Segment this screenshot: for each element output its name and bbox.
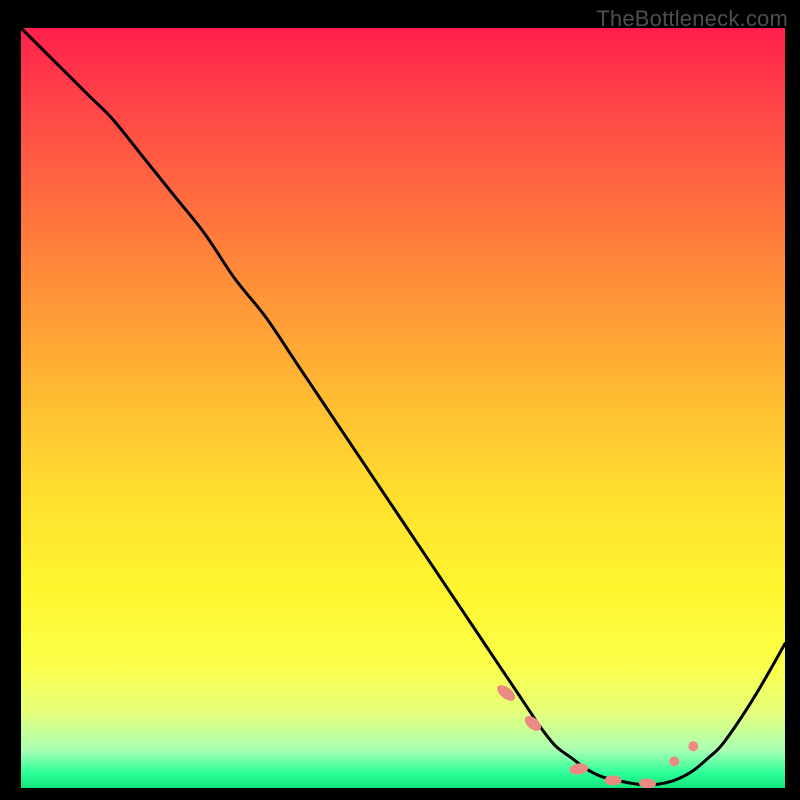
chart-frame: TheBottleneck.com bbox=[0, 0, 800, 800]
curve-marker-3 bbox=[605, 776, 621, 785]
curve-marker-2 bbox=[569, 763, 588, 775]
watermark-text: TheBottleneck.com bbox=[596, 6, 788, 32]
curve-marker-4 bbox=[639, 778, 656, 788]
plot-area bbox=[21, 28, 785, 788]
bottleneck-curve bbox=[21, 28, 785, 785]
curve-marker-5 bbox=[670, 757, 679, 766]
curve-layer bbox=[21, 28, 785, 788]
curve-marker-6 bbox=[689, 742, 698, 751]
